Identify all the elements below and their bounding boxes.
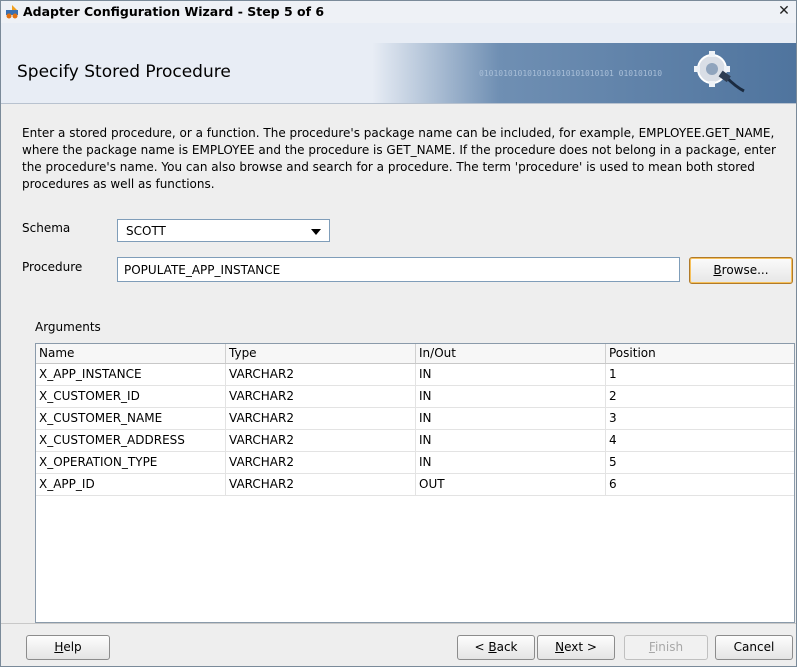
cell-position: 2 bbox=[609, 389, 617, 403]
help-button[interactable]: Help bbox=[26, 635, 110, 660]
column-header-inout[interactable]: In/Out bbox=[416, 344, 606, 363]
table-row[interactable]: X_CUSTOMER_ADDRESS VARCHAR2 IN 4 bbox=[36, 430, 794, 452]
back-button[interactable]: < Back bbox=[457, 635, 535, 660]
procedure-input[interactable]: POPULATE_APP_INSTANCE bbox=[117, 257, 680, 282]
back-label: ack bbox=[496, 640, 518, 654]
cell-inout: IN bbox=[416, 452, 606, 473]
cell-type: VARCHAR2 bbox=[226, 364, 416, 385]
schema-dropdown[interactable]: SCOTT bbox=[117, 219, 330, 242]
cell-inout: IN bbox=[416, 386, 606, 407]
cell-name: X_CUSTOMER_ADDRESS bbox=[36, 430, 226, 451]
gear-plug-icon bbox=[694, 51, 745, 93]
column-header-name[interactable]: Name bbox=[36, 344, 226, 363]
header-banner: Specify Stored Procedure 010101010101010… bbox=[1, 23, 796, 104]
column-header-position[interactable]: Position bbox=[606, 344, 794, 363]
table-row[interactable]: X_OPERATION_TYPE VARCHAR2 IN 5 bbox=[36, 452, 794, 474]
cell-name: X_APP_ID bbox=[36, 474, 226, 495]
cell-position: 5 bbox=[609, 455, 617, 469]
binary-pattern: 0101010101010101010101010101 010101010 bbox=[479, 69, 663, 78]
cell-type: VARCHAR2 bbox=[226, 474, 416, 495]
browse-mnemonic: B bbox=[713, 263, 722, 277]
page-title: Specify Stored Procedure bbox=[17, 62, 231, 82]
footer-divider bbox=[1, 623, 796, 624]
finish-button[interactable]: Finish bbox=[624, 635, 708, 660]
wizard-window: Adapter Configuration Wizard - Step 5 of… bbox=[0, 0, 797, 667]
window-title: Adapter Configuration Wizard - Step 5 of… bbox=[23, 4, 325, 19]
cell-position: 3 bbox=[609, 411, 617, 425]
browse-button[interactable]: Browse... bbox=[689, 257, 793, 284]
back-prefix: < bbox=[474, 640, 489, 654]
finish-label: inish bbox=[654, 640, 684, 654]
cell-inout: IN bbox=[416, 408, 606, 429]
cell-inout: IN bbox=[416, 430, 606, 451]
schema-label: Schema bbox=[22, 221, 71, 235]
cell-name: X_APP_INSTANCE bbox=[36, 364, 226, 385]
procedure-value: POPULATE_APP_INSTANCE bbox=[124, 263, 281, 277]
table-row[interactable]: X_APP_INSTANCE VARCHAR2 IN 1 bbox=[36, 364, 794, 386]
next-label: ext > bbox=[564, 640, 597, 654]
help-label: elp bbox=[63, 640, 82, 654]
next-mnemonic: N bbox=[555, 640, 565, 654]
cancel-button[interactable]: Cancel bbox=[715, 635, 793, 660]
title-bar[interactable]: Adapter Configuration Wizard - Step 5 of… bbox=[1, 1, 796, 24]
cell-position: 1 bbox=[609, 367, 617, 381]
cell-name: X_CUSTOMER_NAME bbox=[36, 408, 226, 429]
cell-position: 4 bbox=[609, 433, 617, 447]
table-row[interactable]: X_APP_ID VARCHAR2 OUT 6 bbox=[36, 474, 794, 496]
back-mnemonic: B bbox=[488, 640, 497, 654]
cell-type: VARCHAR2 bbox=[226, 386, 416, 407]
browse-label: rowse... bbox=[721, 263, 769, 277]
cell-type: VARCHAR2 bbox=[226, 430, 416, 451]
cell-name: X_CUSTOMER_ID bbox=[36, 386, 226, 407]
cell-name: X_OPERATION_TYPE bbox=[36, 452, 226, 473]
column-header-type[interactable]: Type bbox=[226, 344, 416, 363]
procedure-label: Procedure bbox=[22, 260, 83, 274]
cell-type: VARCHAR2 bbox=[226, 408, 416, 429]
instructions-text: Enter a stored procedure, or a function.… bbox=[22, 126, 776, 191]
cell-position: 6 bbox=[609, 477, 617, 491]
chevron-down-icon bbox=[311, 229, 321, 235]
cell-inout: IN bbox=[416, 364, 606, 385]
next-button[interactable]: Next > bbox=[537, 635, 615, 660]
table-row[interactable]: X_CUSTOMER_ID VARCHAR2 IN 2 bbox=[36, 386, 794, 408]
arguments-label: Arguments bbox=[35, 320, 101, 334]
app-icon bbox=[6, 5, 18, 19]
content-area: Enter a stored procedure, or a function.… bbox=[1, 111, 796, 631]
cell-inout: OUT bbox=[416, 474, 606, 495]
help-mnemonic: H bbox=[54, 640, 64, 654]
schema-value: SCOTT bbox=[126, 224, 166, 238]
close-icon[interactable]: ✕ bbox=[776, 3, 792, 19]
cell-type: VARCHAR2 bbox=[226, 452, 416, 473]
arguments-table[interactable]: Name Type In/Out Position X_APP_INSTANCE… bbox=[35, 343, 795, 623]
table-row[interactable]: X_CUSTOMER_NAME VARCHAR2 IN 3 bbox=[36, 408, 794, 430]
table-header: Name Type In/Out Position bbox=[36, 344, 794, 364]
